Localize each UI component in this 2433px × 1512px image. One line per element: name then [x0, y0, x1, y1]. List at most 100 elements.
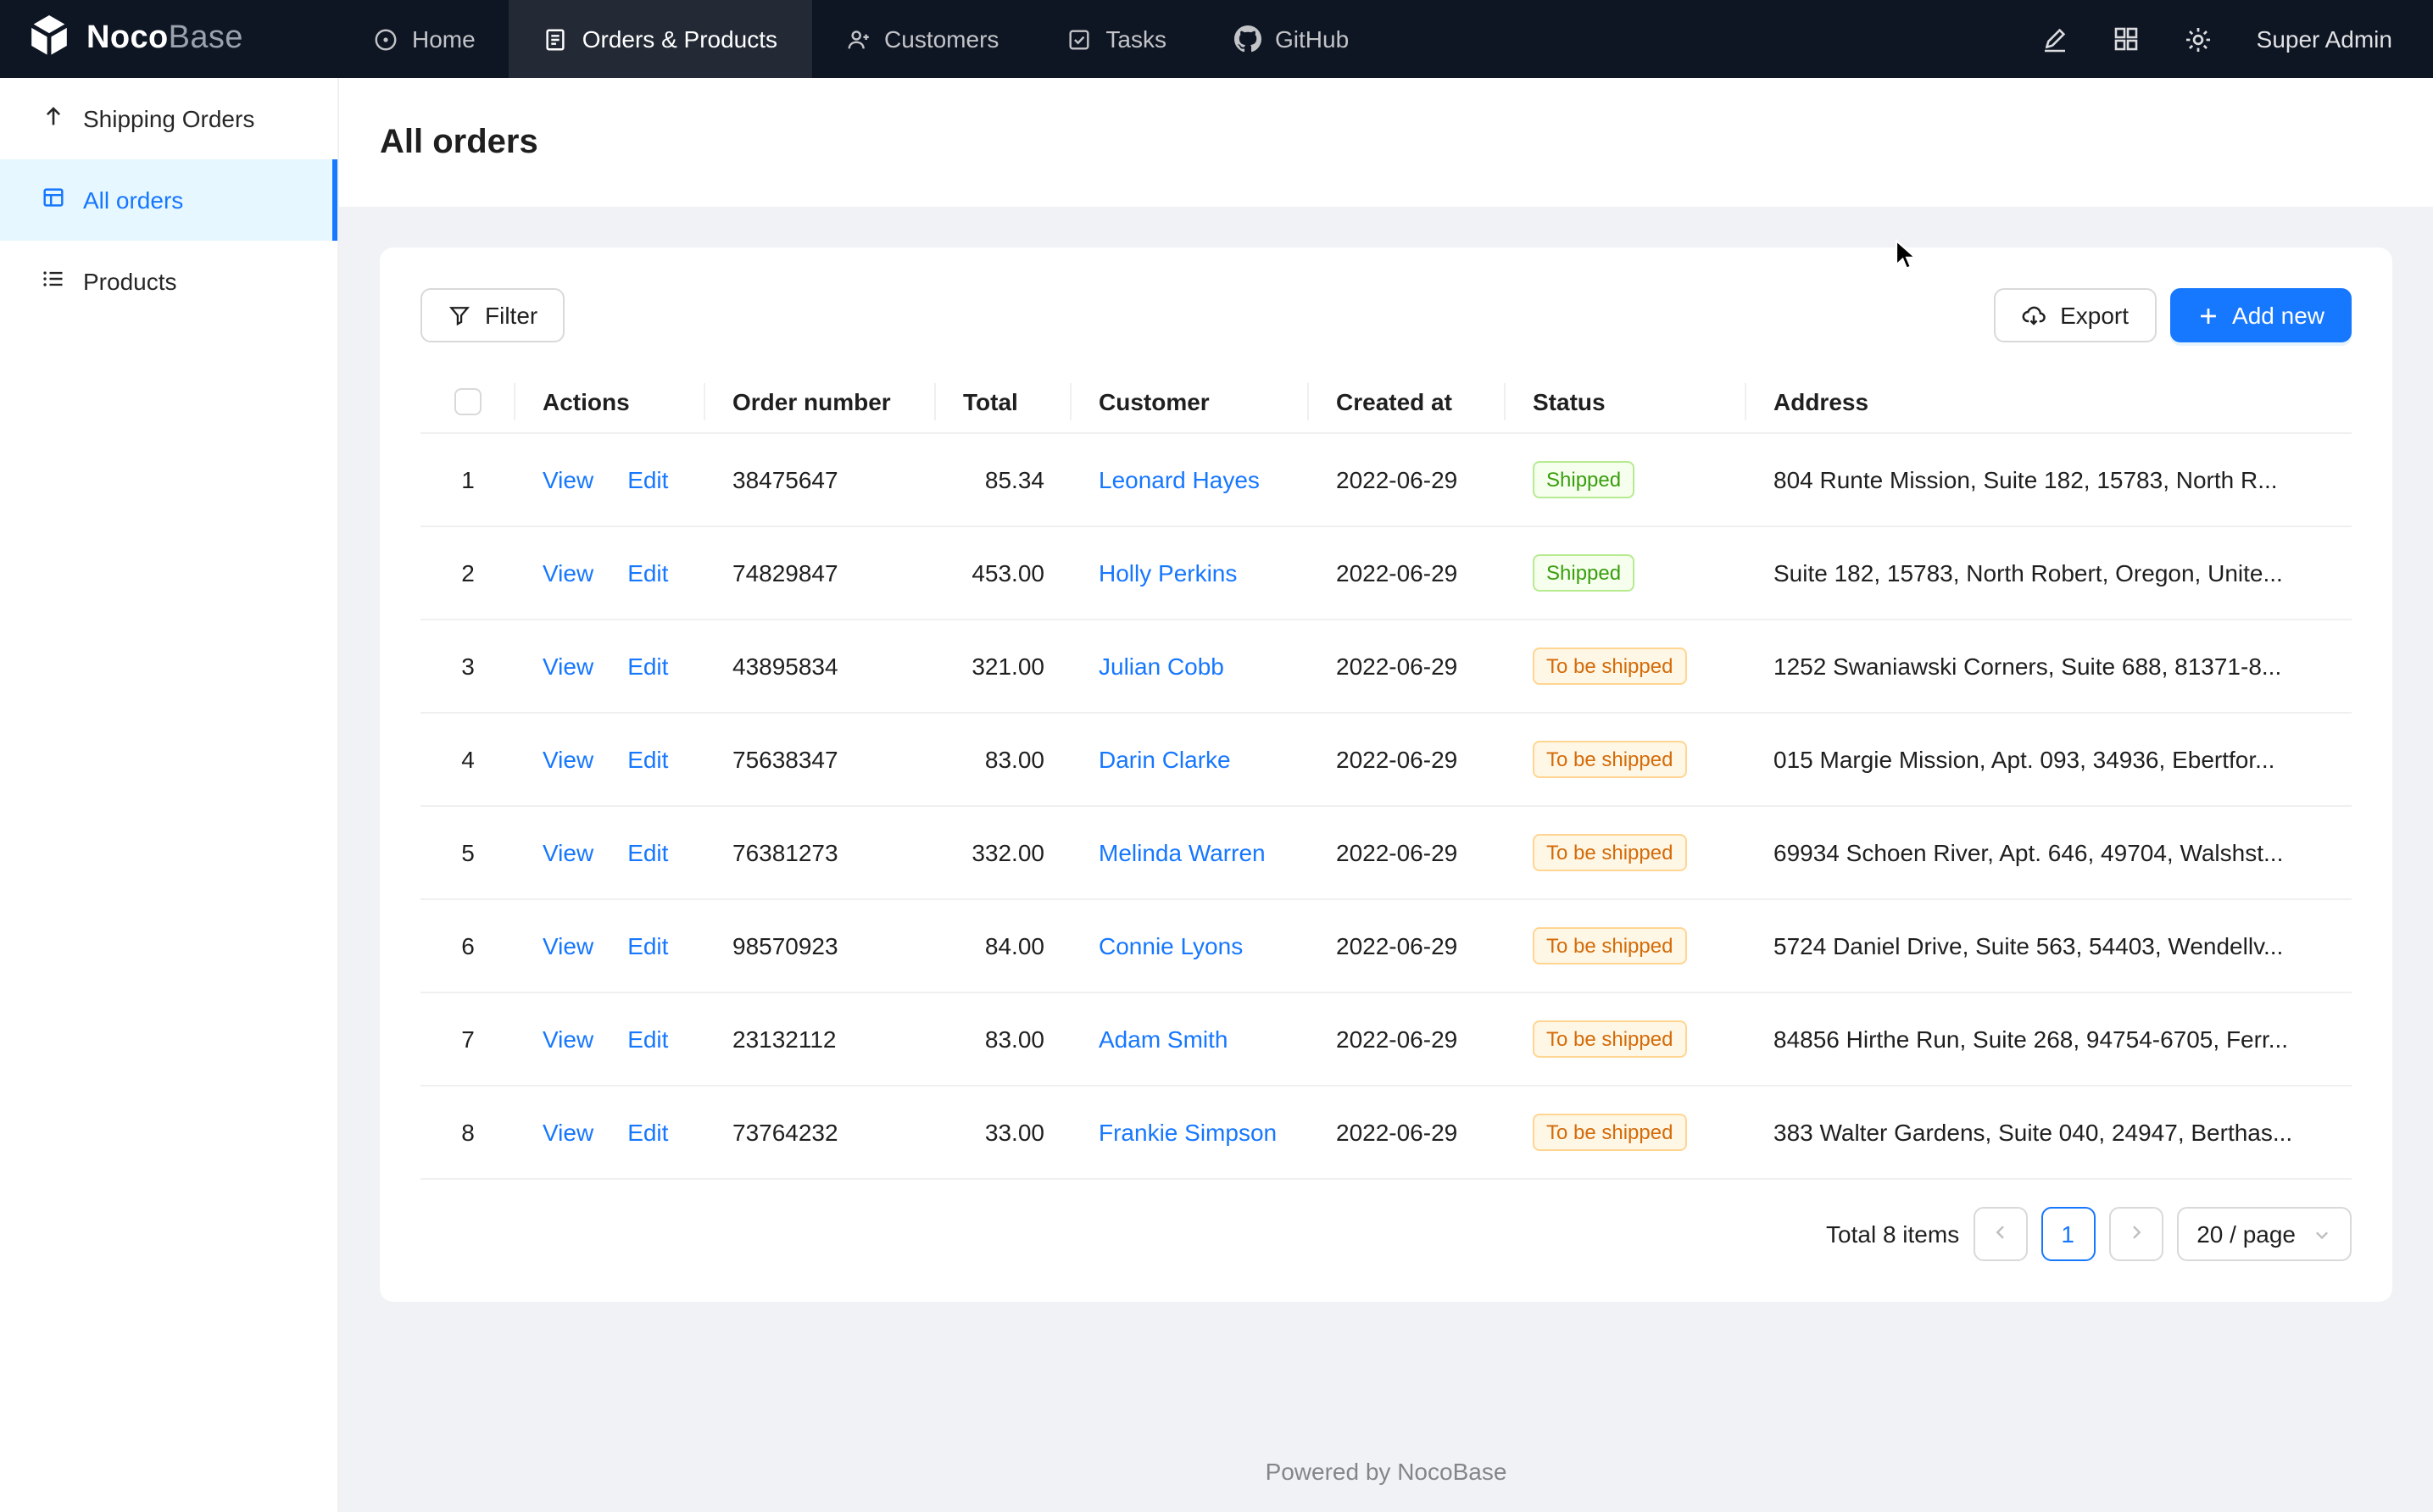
status-badge: Shipped — [1533, 555, 1634, 592]
edit-link[interactable]: Edit — [627, 840, 668, 867]
edit-link[interactable]: Edit — [627, 747, 668, 774]
customer-cell: Connie Lyons — [1072, 900, 1309, 993]
brand-name: NocoBase — [86, 20, 243, 58]
customer-link[interactable]: Frankie Simpson — [1099, 1120, 1277, 1147]
filter-button[interactable]: Filter — [420, 288, 565, 342]
orders-table: Actions Order number Total Customer Crea… — [420, 370, 2352, 1181]
created-at-cell: 2022-06-29 — [1309, 1087, 1506, 1180]
pagination-page-1[interactable]: 1 — [2040, 1208, 2095, 1262]
total-cell: 85.34 — [936, 434, 1072, 527]
view-link[interactable]: View — [543, 747, 593, 774]
chevron-right-icon — [2125, 1221, 2146, 1248]
tasks-checksquare-icon — [1066, 26, 1092, 52]
plugins-grid-icon[interactable] — [2113, 25, 2140, 53]
customer-link[interactable]: Adam Smith — [1099, 1026, 1228, 1053]
order-number-cell: 43895834 — [705, 620, 936, 714]
customer-link[interactable]: Holly Perkins — [1099, 560, 1237, 587]
edit-link[interactable]: Edit — [627, 653, 668, 681]
orders-document-icon — [543, 26, 569, 52]
customer-link[interactable]: Melinda Warren — [1099, 840, 1266, 867]
status-cell: To be shipped — [1506, 993, 1746, 1087]
row-index-cell: 3 — [420, 620, 515, 714]
user-menu[interactable]: Super Admin — [2257, 25, 2392, 53]
view-link[interactable]: View — [543, 467, 593, 494]
sidebar-item-products[interactable]: Products — [0, 241, 337, 322]
pagination: Total 8 items 1 — [420, 1208, 2352, 1262]
row-index: 7 — [461, 1026, 475, 1053]
column-header-order-number: Order number — [705, 370, 936, 434]
actions-cell: View Edit — [515, 1087, 705, 1180]
nocobase-logo[interactable]: NocoBase — [0, 0, 339, 78]
customer-link[interactable]: Connie Lyons — [1099, 933, 1243, 960]
row-index: 4 — [461, 747, 475, 774]
customer-link[interactable]: Darin Clarke — [1099, 747, 1231, 774]
actions-cell: View Edit — [515, 714, 705, 807]
pagination-prev-button[interactable] — [1973, 1208, 2027, 1262]
total-cell: 83.00 — [936, 714, 1072, 807]
table-row: 5 ViewEdit 76381273 332.00 Melinda Warre… — [420, 807, 2352, 900]
total-cell: 321.00 — [936, 620, 1072, 714]
address-cell: 84856 Hirthe Run, Suite 268, 94754-6705,… — [1746, 993, 2352, 1087]
created-at-cell: 2022-06-29 — [1309, 807, 1506, 900]
nav-item-tasks[interactable]: Tasks — [1033, 0, 1200, 78]
view-link[interactable]: View — [543, 840, 593, 867]
settings-gear-icon[interactable] — [2184, 25, 2213, 53]
ui-editor-highlighter-icon[interactable] — [2041, 25, 2068, 53]
view-link[interactable]: View — [543, 1120, 593, 1147]
row-index: 3 — [461, 653, 475, 681]
actions-cell: View Edit — [515, 527, 705, 620]
status-badge: To be shipped — [1533, 928, 1686, 965]
edit-link[interactable]: Edit — [627, 1026, 668, 1053]
total-cell: 33.00 — [936, 1087, 1072, 1180]
status-cell: Shipped — [1506, 527, 1746, 620]
nav-item-orders-products[interactable]: Orders & Products — [509, 0, 811, 78]
sidebar: Shipping Orders All orders — [0, 78, 339, 1512]
table-row: 4 View Edit 75638347 83.00 Darin Clarke 2… — [420, 714, 2352, 807]
status-badge: To be shipped — [1533, 648, 1686, 686]
address-cell: 1252 Swaniawski Corners, Suite 688, 8137… — [1746, 620, 2352, 714]
nav-item-customers[interactable]: Customers — [811, 0, 1033, 78]
nav-item-label: GitHub — [1275, 25, 1349, 53]
view-link[interactable]: View — [543, 933, 593, 960]
edit-link[interactable]: Edit — [627, 1120, 668, 1147]
view-link[interactable]: View — [543, 560, 593, 587]
order-number-cell: 75638347 — [705, 714, 936, 807]
page-header: All orders — [339, 78, 2433, 207]
customers-person-icon — [845, 26, 871, 52]
status-badge: To be shipped — [1533, 1115, 1686, 1152]
status-badge: Shipped — [1533, 462, 1634, 499]
select-all-checkbox[interactable] — [454, 389, 482, 416]
sidebar-item-label: Shipping Orders — [83, 105, 254, 132]
view-link[interactable]: View — [543, 653, 593, 681]
status-cell: To be shipped — [1506, 900, 1746, 993]
powered-by-footer: Powered by NocoBase — [380, 1434, 2392, 1495]
row-index: 8 — [461, 1120, 475, 1147]
table-header: Actions Order number Total Customer Crea… — [420, 370, 2352, 434]
table-row: 3 ViewEdit 43895834 321.00 Julian Cobb 2… — [420, 620, 2352, 714]
app-window: NocoBase Home Orders & Products — [0, 0, 2433, 1512]
main-menu: Home Orders & Products Customers — [339, 0, 1383, 78]
pagination-next-button[interactable] — [2108, 1208, 2163, 1262]
sidebar-item-all-orders[interactable]: All orders — [0, 159, 337, 241]
sidebar-item-shipping-orders[interactable]: Shipping Orders — [0, 78, 337, 159]
customer-cell: Adam Smith — [1072, 993, 1309, 1087]
edit-link[interactable]: Edit — [627, 933, 668, 960]
status-cell: To be shipped — [1506, 714, 1746, 807]
customer-link[interactable]: Julian Cobb — [1099, 653, 1224, 681]
actions-cell: View Edit — [515, 807, 705, 900]
nav-item-home[interactable]: Home — [339, 0, 509, 78]
customer-link[interactable]: Leonard Hayes — [1099, 467, 1260, 494]
row-index-cell: 8 — [420, 1087, 515, 1180]
view-link[interactable]: View — [543, 1026, 593, 1053]
nav-item-label: Orders & Products — [582, 25, 777, 53]
add-new-button[interactable]: Add new — [2169, 288, 2352, 342]
created-at-cell: 2022-06-29 — [1309, 714, 1506, 807]
customer-cell: Leonard Hayes — [1072, 434, 1309, 527]
nav-item-github[interactable]: GitHub — [1200, 0, 1383, 78]
edit-link[interactable]: Edit — [627, 560, 668, 587]
edit-link[interactable]: Edit — [627, 467, 668, 494]
row-index-cell: 2 — [420, 527, 515, 620]
page-size-select[interactable]: 20 / page — [2176, 1208, 2352, 1262]
chevron-down-icon — [2313, 1226, 2331, 1244]
export-button[interactable]: Export — [1994, 288, 2156, 342]
